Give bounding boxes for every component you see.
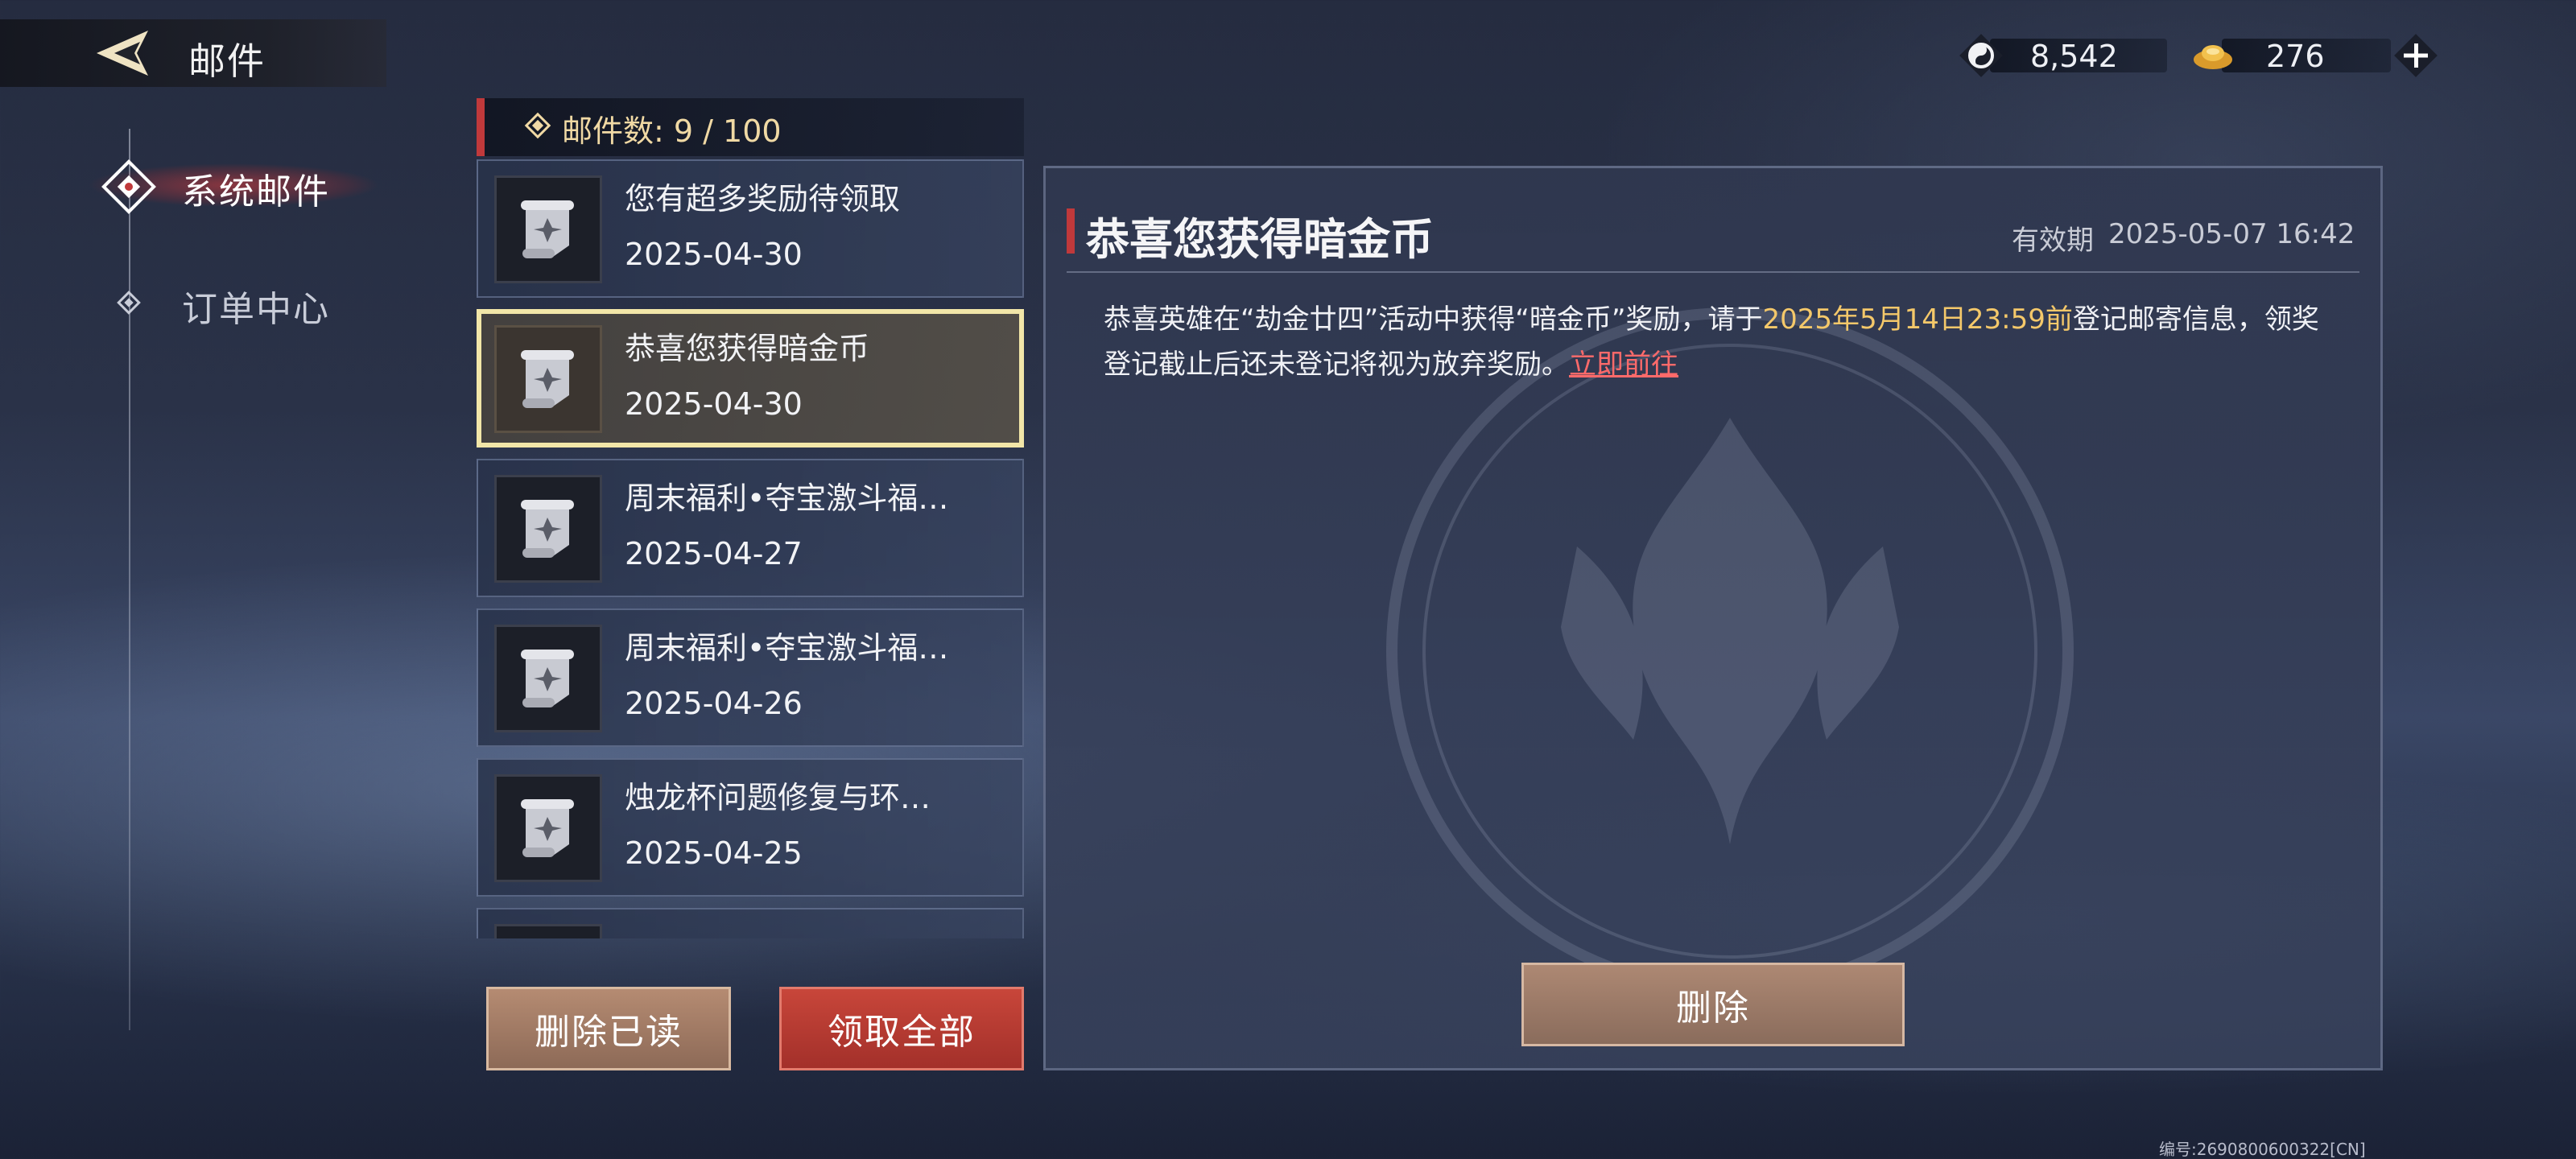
scroll-icon [494,475,602,583]
mail-list-item[interactable]: 烛龙杯问题修复与环… 2025-04-25 [477,758,1024,897]
title-accent-bar [1067,208,1075,254]
mail-date: 2025-04-25 [625,835,803,871]
currency-value: 8,542 [2030,39,2118,74]
mail-count-label: 邮件数: 9 / 100 [562,113,782,149]
expiry-label: 有效期 [2012,225,2094,257]
emblem-watermark-icon [1386,307,2074,995]
mail-list[interactable]: 您有超多奖励待领取 2025-04-30 恭喜您获得暗金币 2025-04-30… [477,159,1024,938]
body-text: 恭喜英雄在“劫金廿四”活动中获得“暗金币”奖励，请于 [1104,303,1763,336]
page-title: 邮件 [188,39,266,83]
nav-label: 系统邮件 [182,171,330,212]
delete-read-button[interactable]: 删除已读 [486,987,731,1070]
spirit-coin-icon [1958,32,2004,79]
mail-title: 烛龙杯问题修复与环… [625,780,931,815]
divider [1067,271,2359,273]
mail-title: 周末福利•夺宝激斗福… [625,630,949,666]
go-now-link[interactable]: 立即前往 [1569,349,1678,381]
currency-spirit-coin: 8,542 [1958,32,2167,79]
mail-list-item[interactable]: 周末福利•夺宝激斗福… 2025-04-26 [477,608,1024,747]
currency-gold-ingot: 276 [2190,32,2391,79]
mail-list-item[interactable]: 周末福利•夺宝激斗福… 2025-04-27 [477,459,1024,597]
scroll-icon [494,774,602,882]
deadline-highlight: 2025年5月14日23:59前 [1762,303,2073,336]
expiry-value: 2025-05-07 16:42 [2108,218,2355,250]
mail-date: 2025-04-26 [625,686,803,721]
gold-ingot-icon [2190,32,2236,79]
nav-label: 订单中心 [182,289,330,330]
mail-list-item[interactable]: 您有超多奖励待领取 2025-04-30 [477,159,1024,298]
mail-body: 恭喜英雄在“劫金廿四”活动中获得“暗金币”奖励，请于2025年5月14日23:5… [1104,297,2327,387]
device-id-label: 编号:2690800600322[CN] [2159,1140,2366,1159]
add-currency-button[interactable] [2389,29,2442,82]
scroll-icon [494,625,602,732]
mail-title: 您有超多奖励待领取 [625,181,901,217]
plus-icon [2394,34,2438,77]
mail-list-item-partial[interactable] [477,908,1024,938]
nav-timeline [129,129,130,1030]
mail-title: 周末福利•夺宝激斗福… [625,481,949,516]
mail-detail-panel: 恭喜您获得暗金币 有效期 2025-05-07 16:42 恭喜英雄在“劫金廿四… [1043,166,2383,1070]
back-arrow-icon [97,31,148,76]
mail-detail-title: 恭喜您获得暗金币 [1086,214,1434,265]
mail-count-header: 邮件数: 9 / 100 [477,98,1024,156]
delete-mail-button[interactable]: 删除 [1521,963,1905,1046]
nav-item-system-mail[interactable]: 系统邮件 [97,158,338,216]
nav-item-order-center[interactable]: 订单中心 [97,275,338,333]
currency-value: 276 [2266,39,2325,74]
mail-date: 2025-04-30 [625,386,803,422]
diamond-active-icon [101,159,156,214]
mail-date: 2025-04-27 [625,536,803,571]
diamond-icon [117,291,141,315]
mail-list-item-selected[interactable]: 恭喜您获得暗金币 2025-04-30 [477,309,1024,448]
mail-title: 恭喜您获得暗金币 [625,331,870,366]
scroll-icon [494,325,602,433]
diamond-icon [524,112,551,139]
top-header: 邮件 [0,19,386,87]
mail-date: 2025-04-30 [625,237,803,272]
claim-all-button[interactable]: 领取全部 [779,987,1024,1070]
back-button[interactable] [90,27,163,79]
scroll-icon [494,175,602,283]
scroll-icon [494,924,602,938]
